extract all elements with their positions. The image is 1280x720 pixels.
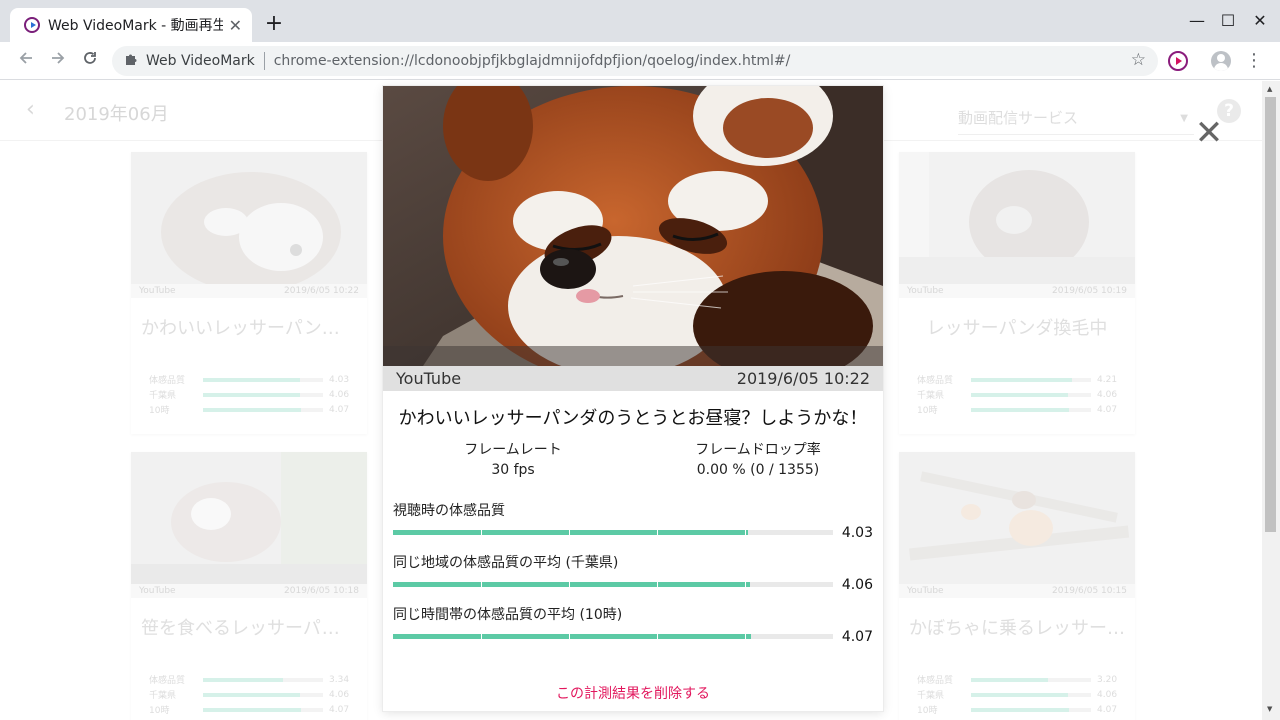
video-thumbnail-large (383, 86, 883, 366)
quality-bar-tick (745, 582, 746, 587)
extension-puzzle-icon (124, 52, 138, 70)
modal-date: 2019/6/05 10:22 (736, 369, 870, 388)
quality-bar-tick (745, 530, 746, 535)
framerate-label: フレームレート (464, 442, 562, 458)
quality-bar-track (393, 530, 833, 535)
tab-close-icon[interactable]: ✕ (229, 16, 242, 35)
webvideomark-favicon-icon (24, 17, 40, 33)
webvideomark-extension-icon[interactable] (1168, 51, 1188, 71)
forward-arrow-icon[interactable] (46, 49, 70, 73)
quality-bar-fill (393, 582, 751, 587)
profile-avatar-icon[interactable] (1211, 51, 1231, 71)
quality-bar-tick (657, 582, 658, 587)
quality-bar-tick (481, 634, 482, 639)
back-arrow-icon[interactable] (14, 49, 38, 73)
bookmark-star-icon[interactable]: ☆ (1131, 50, 1146, 70)
framerate-stat: フレームレート 30 fps (388, 440, 638, 480)
new-tab-button[interactable]: + (262, 12, 286, 36)
quality-bar-tick (569, 530, 570, 535)
maximize-button[interactable]: ☐ (1217, 10, 1239, 32)
framerate-value: 30 fps (491, 462, 535, 478)
quality-value: 4.06 (841, 577, 873, 593)
modal-service: YouTube (396, 369, 462, 388)
framedrop-label: フレームドロップ率 (695, 442, 821, 458)
quality-region-average: 同じ地域の体感品質の平均 (千葉県) 4.06 (393, 552, 873, 594)
modal-meta-bar: YouTube 2019/6/05 10:22 (383, 366, 883, 391)
scroll-down-arrow-icon[interactable]: ▼ (1267, 705, 1272, 713)
reload-icon[interactable] (78, 49, 102, 73)
detail-modal: YouTube 2019/6/05 10:22 かわいいレッサーパンダのうとうと… (383, 86, 883, 711)
address-separator (263, 52, 265, 70)
minimize-button[interactable]: — (1186, 10, 1208, 32)
modal-video-title: かわいいレッサーパンダのうとうとお昼寝？しようかな！ (398, 408, 868, 429)
quality-bar-tick (569, 582, 570, 587)
site-label: Web VideoMark (146, 53, 255, 69)
quality-bar-tick (657, 634, 658, 639)
quality-bar-fill (393, 634, 752, 639)
window-close-button[interactable]: ✕ (1249, 10, 1271, 32)
quality-bar-fill (393, 530, 748, 535)
quality-label: 同じ時間帯の体感品質の平均 (10時) (393, 607, 623, 623)
browser-titlebar: Web VideoMark - 動画再生 ✕ + — ☐ ✕ (0, 0, 1280, 42)
modal-close-icon[interactable]: ✕ (1192, 116, 1226, 150)
browser-toolbar: Web VideoMark chrome-extension://lcdonoo… (0, 42, 1280, 80)
quality-bar-track (393, 582, 833, 587)
quality-timeslot-average: 同じ時間帯の体感品質の平均 (10時) 4.07 (393, 604, 873, 646)
page-scrollbar[interactable]: ▲ ▼ (1262, 81, 1280, 720)
tab-title: Web VideoMark - 動画再生 (48, 18, 223, 34)
browser-menu-icon[interactable]: ⋮ (1244, 50, 1264, 72)
quality-viewing: 視聴時の体感品質 4.03 (393, 500, 873, 542)
framedrop-stat: フレームドロップ率 0.00 % (0 / 1355) (633, 440, 883, 480)
scrollbar-thumb[interactable] (1265, 97, 1276, 532)
quality-bar-tick (569, 634, 570, 639)
quality-bar-tick (481, 582, 482, 587)
quality-value: 4.03 (841, 525, 873, 541)
quality-label: 同じ地域の体感品質の平均 (千葉県) (393, 555, 619, 571)
scroll-up-arrow-icon[interactable]: ▲ (1267, 85, 1272, 93)
quality-bar-track (393, 634, 833, 639)
browser-tab[interactable]: Web VideoMark - 動画再生 ✕ (10, 8, 252, 42)
quality-bar-tick (745, 634, 746, 639)
quality-label: 視聴時の体感品質 (393, 503, 505, 519)
quality-bar-tick (481, 530, 482, 535)
url-text[interactable]: chrome-extension://lcdonoobjpfjkbglajdmn… (274, 53, 791, 69)
quality-bar-tick (657, 530, 658, 535)
quality-value: 4.07 (841, 629, 873, 645)
framedrop-value: 0.00 % (0 / 1355) (696, 462, 820, 478)
delete-result-link[interactable]: この計測結果を削除する (383, 683, 883, 703)
address-bar[interactable]: Web VideoMark chrome-extension://lcdonoo… (112, 46, 1158, 76)
